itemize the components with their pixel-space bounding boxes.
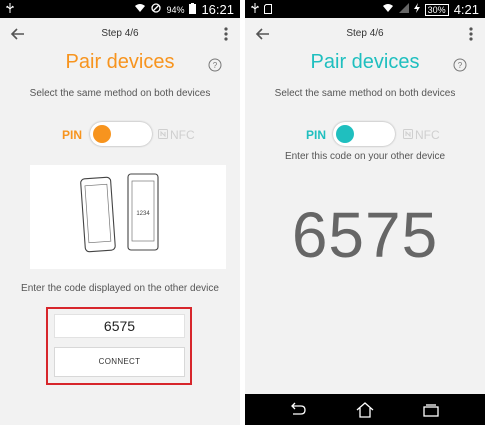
phone-screen-code: 1234	[136, 211, 150, 217]
battery-icon	[189, 2, 197, 17]
sd-icon	[264, 3, 272, 17]
page-title: Pair devices	[65, 51, 175, 73]
step-indicator: Step 4/6	[101, 28, 139, 39]
right-screen: 30% 4:21 Step 4/6 Pair devices ? Select …	[245, 0, 485, 425]
wifi-icon	[382, 3, 394, 16]
navigation-bar	[245, 394, 485, 425]
help-icon[interactable]: ?	[453, 58, 467, 72]
enter-code-label: Enter the code displayed on the other de…	[21, 283, 219, 294]
blocked-icon	[151, 3, 162, 16]
pin-nfc-toggle[interactable]	[90, 122, 152, 146]
phones-illustration: 1234	[30, 165, 226, 269]
home-nav-icon[interactable]	[355, 402, 375, 418]
code-input[interactable]: 6575	[54, 314, 185, 338]
svg-text:?: ?	[213, 61, 218, 70]
toggle-knob	[93, 125, 111, 143]
signal-icon	[398, 3, 409, 16]
status-bar: 30% 4:21	[245, 0, 485, 18]
phone-left-icon	[80, 176, 116, 253]
instruction-text: Select the same method on both devices	[274, 88, 456, 99]
pin-label[interactable]: PIN	[306, 128, 326, 142]
usb-icon	[6, 3, 14, 17]
battery-percentage: 30%	[424, 3, 449, 16]
status-bar: 94% 16:21	[0, 0, 240, 18]
instruction-text: Select the same method on both devices	[29, 88, 211, 99]
clock: 4:21	[453, 2, 479, 17]
more-vert-icon[interactable]	[469, 27, 473, 41]
code-subtitle: Enter this code on your other device	[284, 151, 446, 162]
pairing-code: 6575	[291, 199, 439, 271]
bolt-icon	[413, 3, 420, 16]
clock: 16:21	[201, 2, 234, 17]
back-nav-icon[interactable]	[287, 402, 307, 418]
pin-label[interactable]: PIN	[62, 128, 82, 142]
nfc-label: NFC	[170, 128, 195, 142]
wifi-icon	[134, 3, 146, 16]
help-icon[interactable]: ?	[208, 58, 222, 72]
phone-right-icon: 1234	[127, 173, 159, 251]
nfc-icon	[403, 128, 413, 142]
recents-nav-icon[interactable]	[421, 402, 441, 418]
nfc-option[interactable]: NFC	[403, 128, 440, 142]
toggle-knob	[336, 125, 354, 143]
pairing-mode-row: PIN NFC	[245, 122, 485, 148]
nfc-option[interactable]: NFC	[158, 128, 195, 142]
top-bar: Step 4/6	[245, 18, 485, 50]
page-title: Pair devices	[310, 51, 420, 73]
pairing-mode-row: PIN NFC	[0, 122, 240, 148]
pin-nfc-toggle[interactable]	[333, 122, 395, 146]
nfc-icon	[158, 128, 168, 142]
top-bar: Step 4/6	[0, 18, 240, 50]
nfc-label: NFC	[415, 128, 440, 142]
step-indicator: Step 4/6	[346, 28, 384, 39]
usb-icon	[251, 3, 259, 17]
connect-button[interactable]: CONNECT	[54, 347, 185, 377]
battery-percentage: 94%	[166, 4, 185, 15]
more-vert-icon[interactable]	[224, 27, 228, 41]
left-screen: 94% 16:21 Step 4/6 Pair devices ? Select…	[0, 0, 240, 425]
svg-text:?: ?	[458, 61, 463, 70]
